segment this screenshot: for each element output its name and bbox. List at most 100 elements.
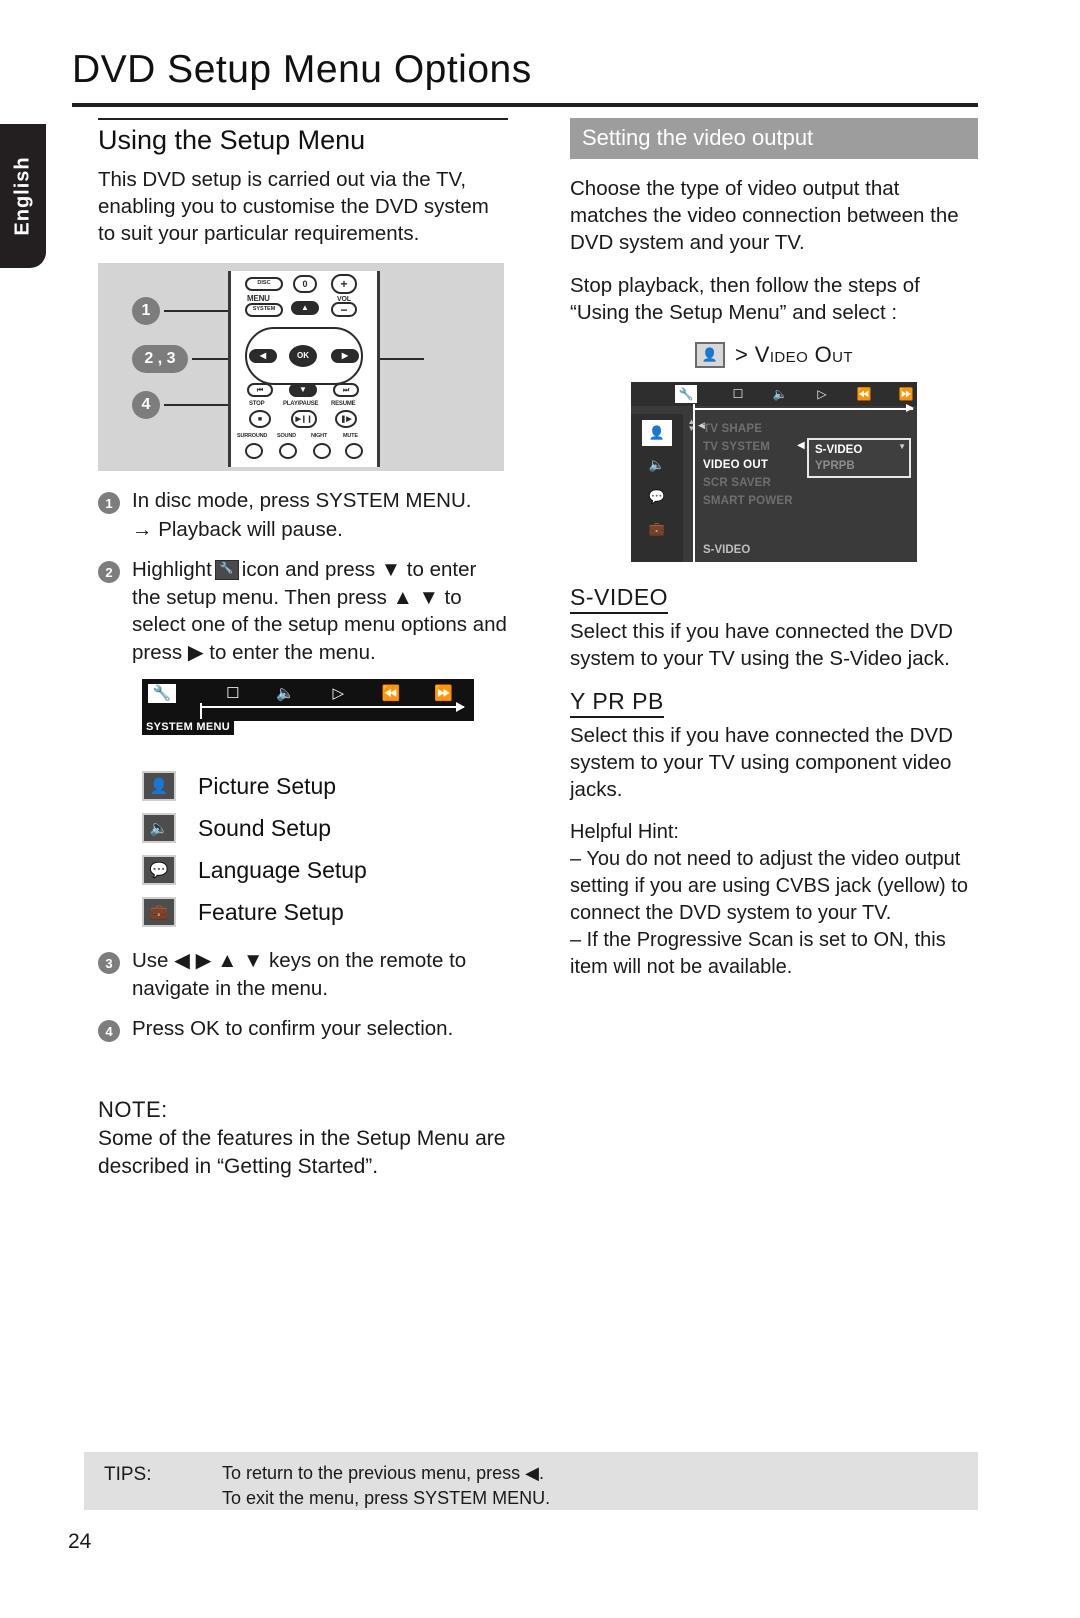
- sound-button: [279, 443, 297, 459]
- left-button: ◀: [249, 349, 277, 363]
- helpful-hint-1: – You do not need to adjust the video ou…: [570, 848, 968, 924]
- intro-paragraph: This DVD setup is carried out via the TV…: [98, 168, 489, 245]
- s-video-section: S-VIDEO Select this if you have connecte…: [570, 584, 978, 672]
- osd-tools-icon[interactable]: 🔧: [675, 385, 697, 403]
- title-divider: [72, 103, 978, 107]
- setup-item-language[interactable]: 💬 Language Setup: [142, 855, 508, 885]
- osd-forward-icon[interactable]: ⏩: [885, 385, 927, 403]
- volume-down-button: −: [331, 302, 357, 317]
- picture-setup-icon: 👤: [142, 771, 176, 801]
- callout-2-3: 2 , 3: [132, 345, 188, 373]
- setup-item-label: Picture Setup: [198, 772, 337, 799]
- setup-item-label: Feature Setup: [198, 898, 344, 925]
- osd-scroll-indicator[interactable]: ▲ ▼: [687, 418, 696, 433]
- osd-menubar-icons: 🔧 ☐ 🔈 ▷ ⏪ ⏩: [148, 683, 470, 703]
- right-column: Setting the video output Choose the type…: [570, 118, 978, 981]
- night-button: [313, 443, 331, 459]
- previous-button: ⏮: [247, 383, 273, 397]
- play-pause-button: ▶❙❙: [291, 410, 317, 428]
- menubar-arrow: [202, 702, 465, 712]
- next-button: ⏭: [333, 383, 359, 397]
- osd-menu-items: TV SHAPE TV SYSTEM VIDEO OUT SCR SAVER S…: [703, 420, 823, 510]
- menubar-tools-icon: 🔧: [148, 683, 177, 703]
- osd-sound-icon[interactable]: 🔈: [642, 452, 672, 478]
- osd-picture-icon[interactable]: 👤: [642, 420, 672, 446]
- video-output-paragraph-2: Stop playback, then follow the steps of …: [570, 274, 920, 324]
- language-setup-icon: 💬: [142, 855, 176, 885]
- menubar-rewind-icon: ⏪: [381, 684, 401, 702]
- video-out-path: 👤 > Video Out: [570, 342, 978, 368]
- step-1-text: In disc mode, press SYSTEM MENU. → Playb…: [132, 487, 508, 543]
- sound-setup-icon: 🔈: [142, 813, 176, 843]
- osd-play-icon[interactable]: ▷: [801, 385, 843, 403]
- volume-up-button: +: [331, 274, 357, 294]
- osd-item-scr-saver[interactable]: SCR SAVER: [703, 474, 823, 492]
- osd-language-icon[interactable]: 💬: [642, 484, 672, 510]
- menubar-forward-icon: ⏩: [434, 684, 453, 702]
- menubar-play-icon: ▷: [332, 684, 344, 702]
- section-heading-wrap: Using the Setup Menu: [98, 118, 508, 156]
- down-button: ▼: [289, 383, 317, 397]
- step-3: 3 Use ◀ ▶ ▲ ▼ keys on the remote to navi…: [98, 947, 508, 1002]
- tips-footer: TIPS: To return to the previous menu, pr…: [84, 1452, 978, 1510]
- stop-button: ■: [249, 410, 271, 428]
- step-4: 4 Press OK to confirm your selection.: [98, 1015, 508, 1043]
- osd-dropdown-arrow-icon: ▼: [898, 442, 906, 451]
- osd-menubar-figure: 🔧 ☐ 🔈 ▷ ⏪ ⏩: [142, 679, 474, 729]
- sound-label: SOUND: [277, 433, 296, 439]
- right-button: ▶: [331, 349, 359, 363]
- tips-label: TIPS:: [104, 1464, 152, 1485]
- callout-line-right: [376, 358, 424, 360]
- osd-dropdown-caret-icon: ◀: [797, 440, 805, 451]
- mute-label: MUTE: [343, 433, 358, 439]
- tips-body: To return to the previous menu, press ◀.…: [222, 1461, 550, 1511]
- note-block: NOTE: Some of the features in the Setup …: [98, 1097, 508, 1181]
- osd-video-out-dropdown[interactable]: ▼ S-VIDEO YPRPB: [807, 438, 911, 478]
- page-title: DVD Setup Menu Options: [72, 48, 532, 91]
- helpful-hint-2: – If the Progressive Scan is set to ON, …: [570, 929, 946, 978]
- s-video-body: Select this if you have connected the DV…: [570, 620, 953, 670]
- night-label: NIGHT: [311, 433, 328, 439]
- osd-audio-icon[interactable]: 🔈: [759, 385, 801, 403]
- setup-item-feature[interactable]: 💼 Feature Setup: [142, 897, 508, 927]
- step-2: 2 Highlighticon and press ▼ to enter the…: [98, 556, 508, 666]
- tools-icon: [214, 560, 239, 580]
- stop-label: STOP: [249, 401, 265, 407]
- osd-current-value: S-VIDEO: [703, 544, 751, 556]
- osd-item-smart-power[interactable]: SMART POWER: [703, 492, 823, 510]
- step-4-number: 4: [98, 1020, 120, 1042]
- section-heading: Using the Setup Menu: [98, 125, 366, 155]
- step-3-text: Use ◀ ▶ ▲ ▼ keys on the remote to naviga…: [132, 949, 467, 1000]
- note-title: NOTE:: [98, 1096, 168, 1122]
- osd-item-tv-system[interactable]: TV SYSTEM: [703, 438, 823, 456]
- remote-control-figure: 1 2 , 3 4 DISC MENU SYSTEM 0 ▲ + VOL − ◀…: [98, 263, 504, 471]
- mute-button: [345, 443, 363, 459]
- osd-item-video-out[interactable]: VIDEO OUT: [703, 456, 823, 474]
- page-number: 24: [68, 1530, 92, 1553]
- video-output-heading: Setting the video output: [570, 118, 978, 159]
- setup-item-picture[interactable]: 👤 Picture Setup: [142, 771, 508, 801]
- callout-1: 1: [132, 297, 160, 325]
- osd-rewind-icon[interactable]: ⏪: [843, 385, 885, 403]
- setup-item-label: Sound Setup: [198, 814, 332, 841]
- system-menu-tag: SYSTEM MENU: [142, 719, 234, 735]
- osd-screenshot: 🔧 ☐ 🔈 ▷ ⏪ ⏩ 👤 🔈 💬 💼 ▲ ▼ ◀ TV SHAPE TV SYS…: [631, 382, 917, 562]
- ypbpr-heading: Y PR PB: [570, 688, 664, 718]
- step-1-line1: In disc mode, press SYSTEM MENU.: [132, 489, 472, 512]
- language-tab: English: [0, 124, 46, 268]
- osd-arrow-line: [693, 404, 914, 412]
- tips-line-2: To exit the menu, press SYSTEM MENU.: [222, 1488, 551, 1508]
- osd-dropdown-option-yprpb[interactable]: YPRPB: [815, 458, 909, 474]
- video-out-path-label: > Video Out: [735, 342, 853, 367]
- menu-label: MENU: [247, 294, 270, 303]
- step-2-number: 2: [98, 561, 120, 583]
- step-4-text: Press OK to confirm your selection.: [132, 1017, 454, 1040]
- osd-top-icons: 🔧 ☐ 🔈 ▷ ⏪ ⏩: [675, 385, 927, 403]
- setup-item-sound[interactable]: 🔈 Sound Setup: [142, 813, 508, 843]
- callout-4: 4: [132, 391, 160, 419]
- osd-feature-icon[interactable]: 💼: [642, 516, 672, 542]
- step-1: 1 In disc mode, press SYSTEM MENU. → Pla…: [98, 487, 508, 543]
- osd-subtitle-icon[interactable]: ☐: [717, 385, 759, 403]
- osd-item-tv-shape[interactable]: TV SHAPE: [703, 420, 823, 438]
- osd-dropdown-option-s-video[interactable]: S-VIDEO: [815, 442, 909, 458]
